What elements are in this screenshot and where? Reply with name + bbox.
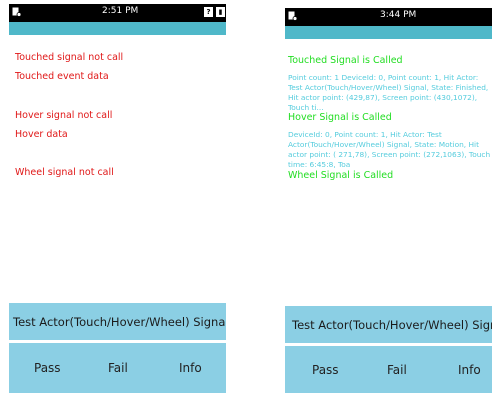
title-bar [285,26,492,39]
info-button[interactable]: Info [458,363,481,377]
action-bar: Pass Fail Info [285,346,492,393]
status-bar: 3:44 PM [285,8,492,26]
test-actor-button[interactable]: Test Actor(Touch/Hover/Wheel) Signal [9,303,226,340]
action-bar: Pass Fail Info [9,343,226,393]
status-bar: 2:51 PM ? ▮ [9,4,226,22]
hover-signal-status: Hover signal not call [15,110,113,121]
touched-signal-status: Touched Signal is Called [288,55,403,66]
title-bar [9,22,226,35]
status-time: 2:51 PM [102,6,139,16]
fail-button[interactable]: Fail [108,361,128,375]
wheel-signal-status: Wheel Signal is Called [288,170,394,181]
pass-button[interactable]: Pass [312,363,339,377]
battery-icon: ▮ [216,7,225,17]
signal-icon: ? [204,7,213,17]
screen-right: 3:44 PM Touched Signal is Called Point c… [285,8,492,393]
wheel-signal-status: Wheel signal not call [15,167,114,178]
touched-signal-status: Touched signal not call [15,52,124,63]
app-notification-icon [288,11,298,21]
info-button[interactable]: Info [179,361,202,375]
status-time: 3:44 PM [380,10,417,20]
touched-event-data: Touched event data [15,71,109,82]
pass-button[interactable]: Pass [34,361,61,375]
hover-signal-status: Hover Signal is Called [288,112,392,123]
hover-data: DeviceId: 0, Point count: 1, Hit Actor: … [288,130,491,169]
hover-data: Hover data [15,129,68,140]
test-actor-button[interactable]: Test Actor(Touch/Hover/Wheel) Signal [285,306,492,343]
touched-event-data: Point count: 1 DeviceId: 0, Point count:… [288,73,489,112]
fail-button[interactable]: Fail [387,363,407,377]
screen-left: 2:51 PM ? ▮ Touched signal not call Touc… [9,4,226,393]
app-notification-icon [12,7,22,17]
test-actor-label: Test Actor(Touch/Hover/Wheel) Signal [292,317,492,332]
status-indicators: ? ▮ [204,7,225,18]
test-actor-label: Test Actor(Touch/Hover/Wheel) Signal [13,314,226,329]
